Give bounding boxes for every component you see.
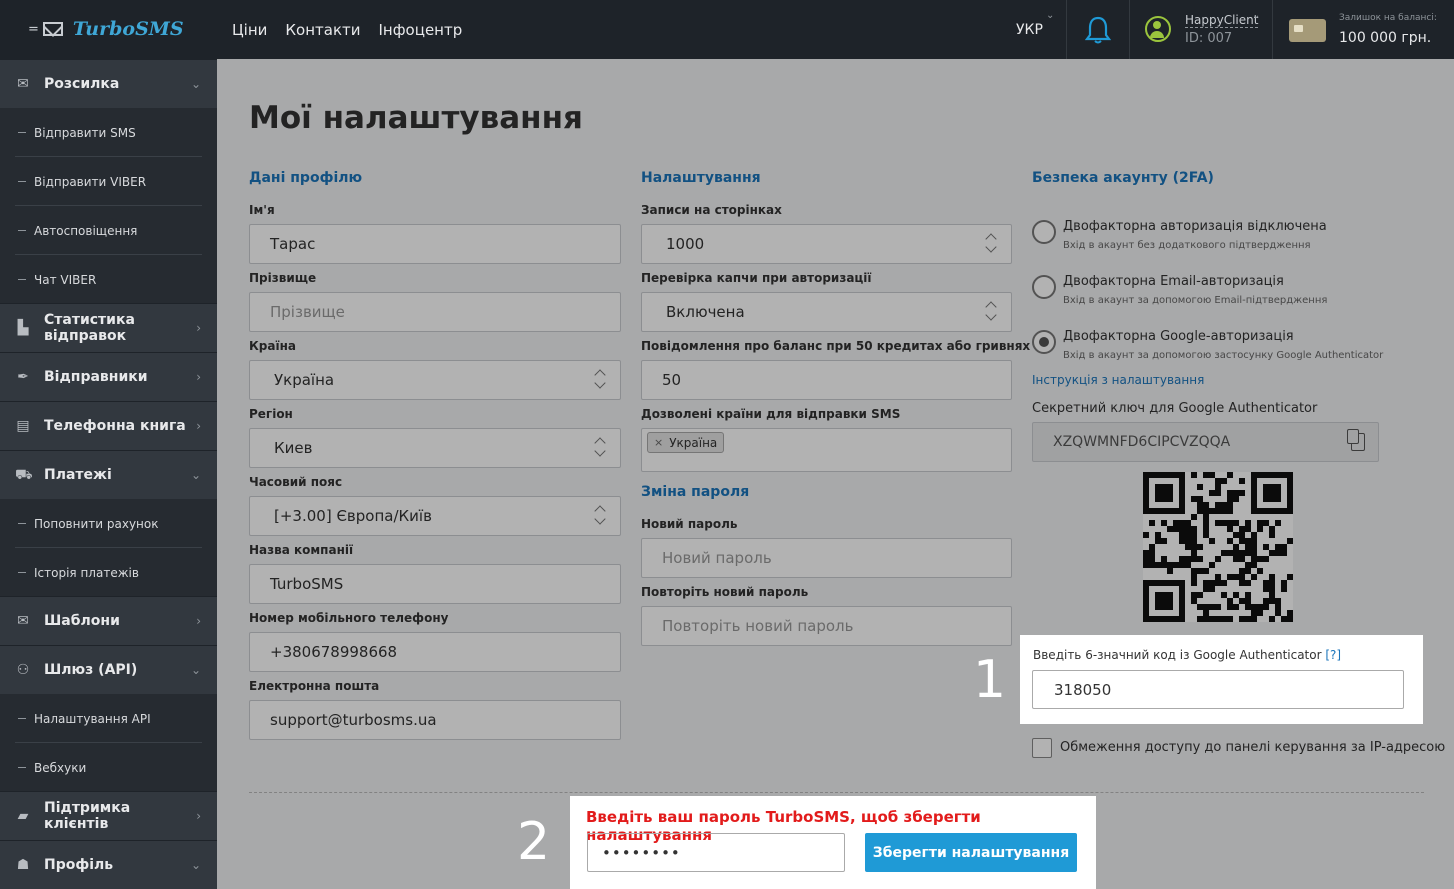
dash-icon	[18, 181, 26, 182]
envelope-icon: ✉	[17, 76, 29, 92]
dash-icon	[18, 279, 26, 280]
sidebar-subitem-label: Чат VIBER	[34, 272, 97, 287]
divider	[1066, 0, 1067, 59]
sidebar-subitem-viber-chat[interactable]: Чат VIBER	[0, 255, 217, 304]
sitemap-icon: ⚇	[16, 662, 30, 678]
sidebar-item-label: Платежі	[44, 467, 112, 483]
sidebar-item-label: Профіль	[44, 857, 114, 873]
dash-icon	[18, 230, 26, 231]
sidebar-subitem-api-settings[interactable]: Налаштування API	[0, 694, 217, 743]
chevron-down-icon: ⌄	[1252, 10, 1261, 21]
menu-lines-icon: =	[28, 21, 39, 37]
sidebar-item-label: Статистика відправок	[44, 312, 135, 344]
balance-value: 100 000 грн.	[1339, 30, 1432, 46]
sidebar-subitem-label: Налаштування API	[34, 711, 151, 726]
chevron-down-icon: ⌄	[190, 468, 201, 482]
dash-icon	[18, 718, 26, 719]
chat-icon: ▰	[17, 808, 29, 824]
address-book-icon: ▤	[16, 418, 30, 434]
step-number-1: 1	[973, 650, 1007, 710]
sidebar: ✉ Розсилка ⌄ Відправити SMS Відправити V…	[0, 59, 217, 889]
sidebar-subitem-send-sms[interactable]: Відправити SMS	[0, 108, 217, 157]
chevron-right-icon: ›	[196, 419, 201, 433]
sidebar-item-label: Відправники	[44, 369, 148, 385]
help-link[interactable]: [?]	[1325, 648, 1341, 662]
sidebar-subitem-label: Відправити SMS	[34, 125, 136, 140]
sidebar-item-support[interactable]: ▰ Підтримка клієнтів ›	[0, 791, 217, 840]
highlight-save: Введіть ваш пароль TurboSMS, щоб зберегт…	[570, 796, 1096, 889]
sidebar-subitem-label: Відправити VIBER	[34, 174, 147, 189]
highlight-2fa-code: Введіть 6-значний код із Google Authenti…	[1020, 635, 1423, 724]
sidebar-item-templates[interactable]: ✉ Шаблони ›	[0, 596, 217, 645]
save-button[interactable]: Зберегти налаштування	[865, 833, 1077, 872]
logo[interactable]: = TurboSMS	[28, 18, 184, 40]
feather-icon: ✒	[17, 369, 29, 385]
sidebar-item-label: Розсилка	[44, 76, 120, 92]
code-label-text: Введіть 6-значний код із Google Authenti…	[1033, 648, 1322, 662]
current-password-input[interactable]: ••••••••	[587, 833, 845, 872]
sidebar-item-phonebook[interactable]: ▤ Телефонна книга ›	[0, 401, 217, 450]
user-avatar-icon[interactable]	[1145, 16, 1171, 42]
nav-contacts[interactable]: Контакти	[285, 21, 360, 39]
top-bar: = TurboSMS Ціни Контакти Інфоцентр УКР ⌄…	[0, 0, 1454, 59]
sidebar-subitem-label: Поповнити рахунок	[34, 516, 159, 531]
balance-label: Залишок на балансі:	[1339, 13, 1437, 23]
dash-icon	[18, 132, 26, 133]
chevron-right-icon: ›	[196, 614, 201, 628]
bell-icon[interactable]	[1085, 15, 1111, 45]
dash-icon	[18, 523, 26, 524]
code-input[interactable]: 318050	[1032, 670, 1404, 709]
sidebar-item-label: Шаблони	[44, 613, 120, 629]
sidebar-item-api-gateway[interactable]: ⚇ Шлюз (API) ⌄	[0, 645, 217, 694]
user-name[interactable]: HappyClient	[1185, 13, 1259, 28]
sidebar-item-profile[interactable]: ☗ Профіль ⌄	[0, 840, 217, 889]
sidebar-subitem-send-viber[interactable]: Відправити VIBER	[0, 157, 217, 206]
sidebar-item-rozsylka[interactable]: ✉ Розсилка ⌄	[0, 59, 217, 108]
cart-icon: ⛟	[15, 467, 33, 483]
envelope-logo-icon	[42, 22, 63, 36]
dim-overlay	[217, 59, 1454, 889]
chevron-down-icon: ⌄	[190, 858, 201, 872]
sidebar-subitem-payment-history[interactable]: Історія платежів	[0, 548, 217, 597]
chevron-right-icon: ›	[196, 809, 201, 823]
nav-infocenter[interactable]: Інфоцентр	[379, 21, 463, 39]
envelope-icon: ✉	[17, 613, 29, 629]
chevron-right-icon: ›	[196, 321, 201, 335]
code-label: Введіть 6-значний код із Google Authenti…	[1033, 648, 1341, 662]
dash-icon	[18, 572, 26, 573]
dash-icon	[18, 767, 26, 768]
chevron-down-icon: ⌄	[190, 77, 201, 91]
chevron-down-icon: ⌄	[190, 663, 201, 677]
sidebar-item-label: Телефонна книга	[44, 418, 186, 434]
nav-prices[interactable]: Ціни	[232, 21, 267, 39]
user-icon: ☗	[16, 857, 30, 873]
top-nav: Ціни Контакти Інфоцентр	[232, 21, 462, 39]
chart-icon: ▙	[17, 320, 29, 336]
logo-text: TurboSMS	[72, 18, 184, 40]
user-id: ID: 007	[1185, 31, 1233, 46]
step-number-2: 2	[517, 812, 551, 872]
sidebar-subitem-autonotify[interactable]: Автосповіщення	[0, 206, 217, 255]
sidebar-subitem-label: Вебхуки	[34, 760, 87, 775]
divider	[1129, 0, 1130, 59]
sidebar-item-statistics[interactable]: ▙ Статистика відправок ›	[0, 303, 217, 352]
sidebar-item-label: Підтримка клієнтів	[44, 800, 131, 832]
chevron-down-icon: ⌄	[1046, 10, 1055, 21]
chevron-right-icon: ›	[196, 370, 201, 384]
sidebar-item-senders[interactable]: ✒ Відправники ›	[0, 352, 217, 401]
sidebar-subitem-label: Автосповіщення	[34, 223, 138, 238]
language-selector[interactable]: УКР	[1016, 22, 1043, 38]
credit-card-icon	[1289, 19, 1326, 42]
sidebar-item-payments[interactable]: ⛟ Платежі ⌄	[0, 450, 217, 499]
sidebar-item-label: Шлюз (API)	[44, 662, 138, 678]
sidebar-subitem-label: Історія платежів	[34, 565, 139, 580]
sidebar-subitem-topup[interactable]: Поповнити рахунок	[0, 499, 217, 548]
sidebar-subitem-webhooks[interactable]: Вебхуки	[0, 743, 217, 792]
divider	[1272, 0, 1273, 59]
